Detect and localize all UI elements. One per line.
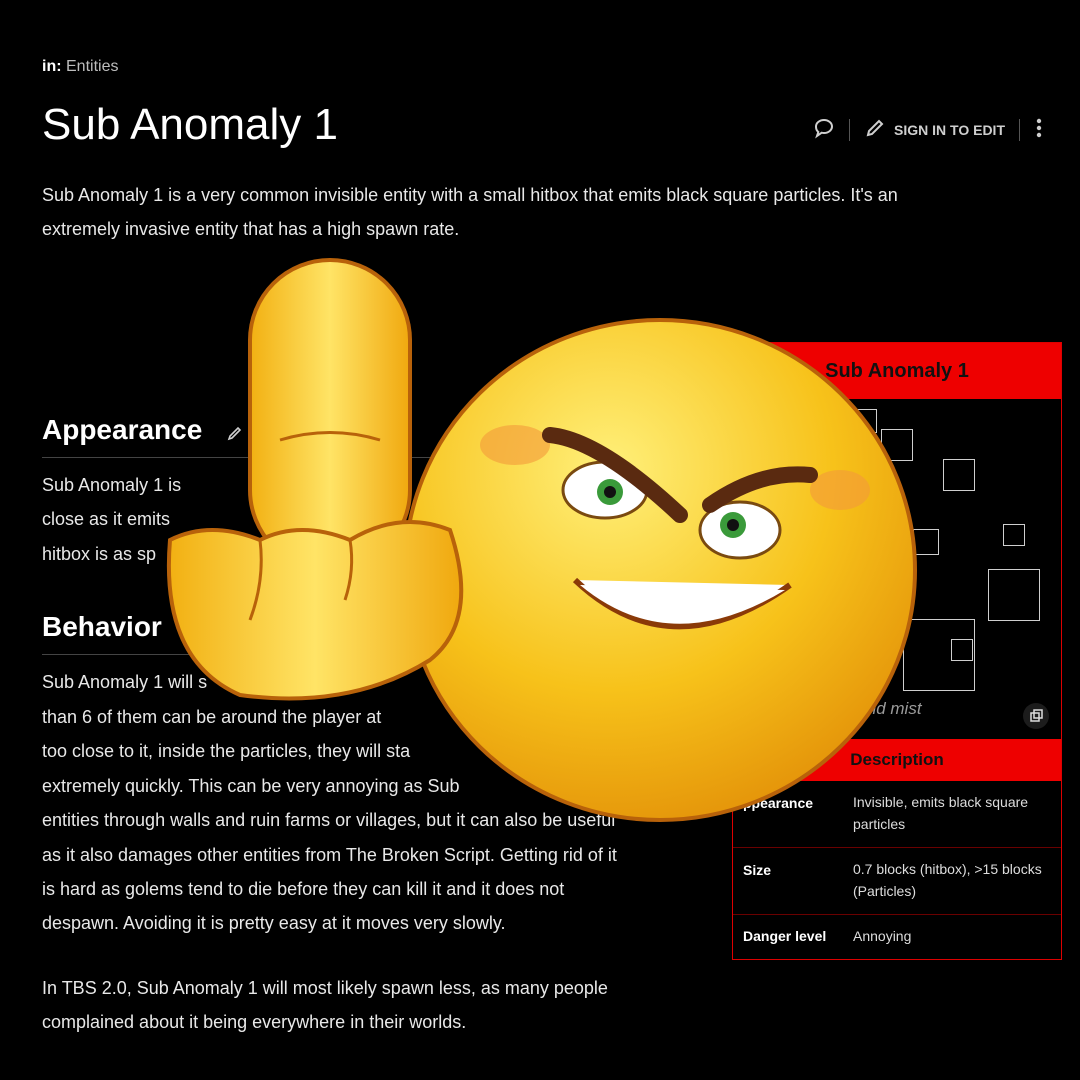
- behavior-line: is hard as golems tend to die before the…: [42, 879, 565, 899]
- behavior-line: as it also damages other entities from T…: [42, 845, 617, 865]
- tbs-line: In TBS 2.0, Sub Anomaly 1 will most like…: [42, 978, 608, 998]
- tbs-line: complained about it being everywhere in …: [42, 1012, 467, 1032]
- infobox-row-key: Danger level: [743, 928, 827, 944]
- appearance-line: hitbox is as sp: [42, 544, 157, 564]
- breadcrumb-prefix: in:: [42, 58, 62, 75]
- middle-finger-emoji: [166, 258, 917, 822]
- infobox-row-value: 0.7 blocks (hitbox), >15 blocks (Particl…: [853, 861, 1042, 899]
- sign-in-to-edit-label: SIGN IN TO EDIT: [894, 121, 1005, 138]
- particle-square: [1003, 524, 1025, 546]
- intro-line: Sub Anomaly 1 is a very common invisible…: [42, 185, 898, 205]
- page-title: Sub Anomaly 1: [42, 100, 338, 149]
- breadcrumb-category-link[interactable]: Entities: [66, 58, 118, 75]
- sign-in-to-edit-button[interactable]: SIGN IN TO EDIT: [864, 117, 1005, 142]
- behavior-line: despawn. Avoiding it is pretty easy at i…: [42, 913, 506, 933]
- particle-square: [988, 569, 1040, 621]
- infobox-row-value: Annoying: [853, 928, 912, 944]
- infobox-row: Size 0.7 blocks (hitbox), >15 blocks (Pa…: [733, 848, 1061, 915]
- infobox-row-key: Size: [743, 862, 772, 878]
- toolbar-divider: [849, 118, 851, 141]
- infobox-row: Danger level Annoying: [733, 915, 1061, 958]
- pencil-icon: [864, 117, 886, 142]
- behavior-heading: Behavior: [42, 611, 162, 642]
- kebab-menu-icon[interactable]: [1034, 116, 1044, 143]
- particle-square: [943, 459, 975, 491]
- page-toolbar: SIGN IN TO EDIT: [813, 116, 1044, 143]
- breadcrumb: in: Entities: [42, 58, 118, 76]
- comment-icon[interactable]: [813, 117, 835, 142]
- toolbar-divider: [1019, 118, 1020, 141]
